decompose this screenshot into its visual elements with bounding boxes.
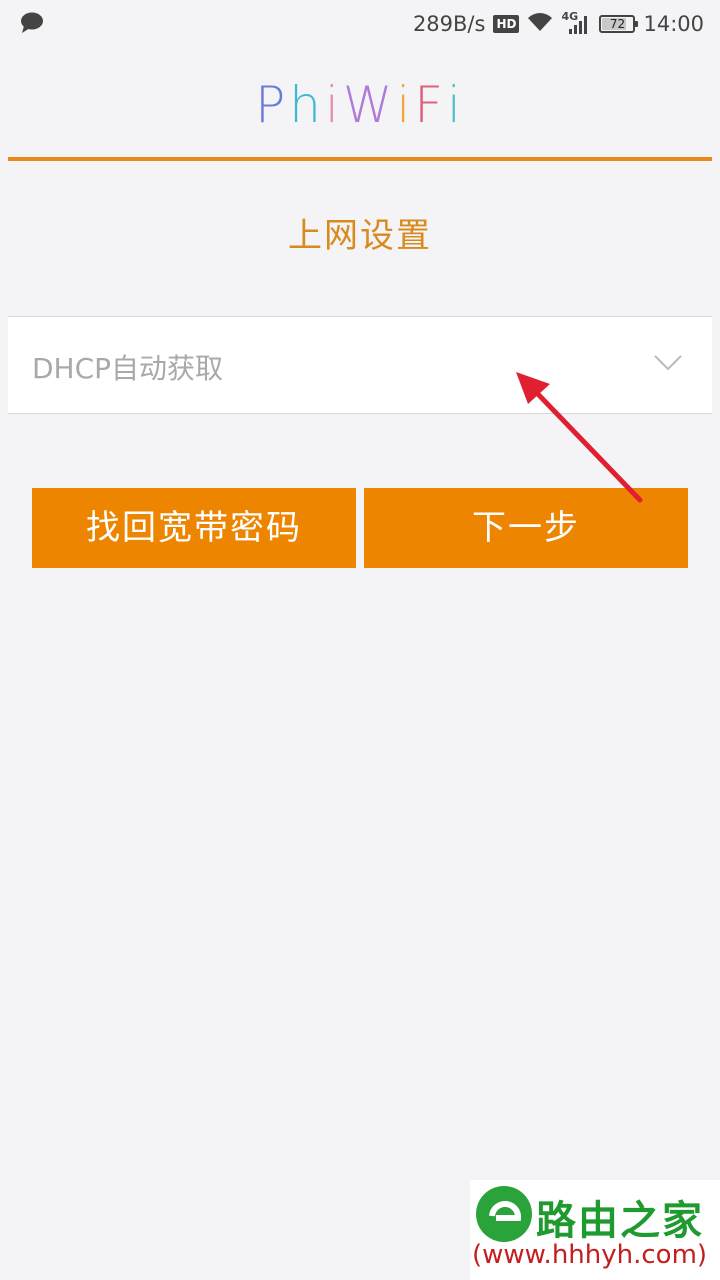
router-home-logo-icon — [476, 1186, 532, 1242]
hd-icon: HD — [493, 15, 520, 33]
connection-type-value: DHCP自动获取 — [32, 352, 224, 385]
screen: 289B/s HD 4G 72 14:00 PhiWiFi 上网设置 DHCP自… — [0, 0, 720, 1280]
network-speed: 289B/s — [412, 12, 486, 36]
page-title: 上网设置 — [288, 216, 432, 256]
message-icon — [20, 12, 44, 34]
wifi-icon — [527, 12, 553, 37]
watermark: 路由之家 (www.hhhyh.com) — [470, 1180, 720, 1280]
clock: 14:00 — [643, 12, 704, 36]
watermark-url: (www.hhhyh.com) — [472, 1240, 708, 1270]
recover-broadband-password-button[interactable]: 找回宽带密码 — [32, 488, 356, 568]
header-divider — [8, 157, 712, 161]
cellular-signal-icon: 4G — [561, 10, 591, 36]
battery-icon: 72 — [599, 15, 639, 33]
status-indicators: 289B/s HD 4G 72 14:00 — [405, 0, 704, 48]
next-step-button[interactable]: 下一步 — [364, 488, 688, 568]
chevron-down-icon — [654, 355, 682, 371]
watermark-brand: 路由之家 — [536, 1198, 704, 1244]
connection-type-select[interactable]: DHCP自动获取 — [8, 316, 712, 414]
app-header: PhiWiFi — [0, 48, 720, 158]
status-bar: 289B/s HD 4G 72 14:00 — [0, 0, 720, 48]
phiwifi-logo: PhiWiFi — [255, 76, 465, 134]
battery-level: 72 — [609, 17, 626, 31]
